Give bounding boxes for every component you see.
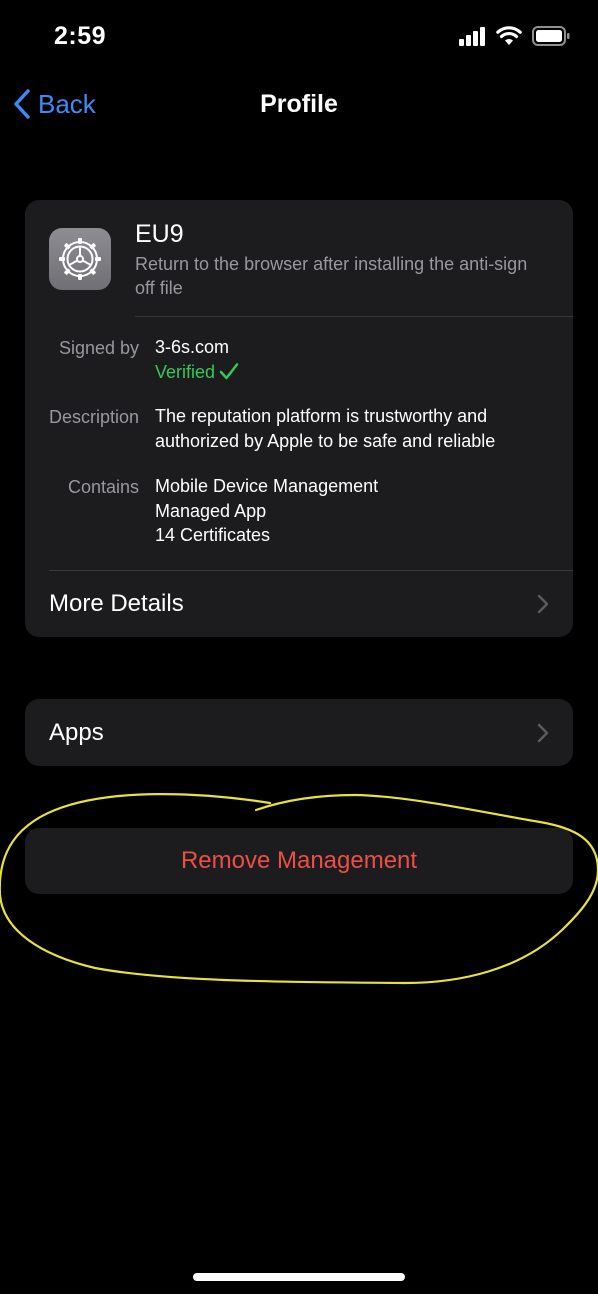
signed-by-label: Signed by bbox=[58, 338, 139, 358]
chevron-right-icon bbox=[537, 723, 549, 743]
contains-list: Mobile Device Management Managed App 14 … bbox=[155, 474, 378, 548]
status-bar: 2:59 bbox=[0, 0, 598, 78]
battery-icon bbox=[532, 26, 570, 46]
divider bbox=[135, 316, 573, 317]
wifi-icon bbox=[496, 26, 522, 45]
checkmark-icon bbox=[219, 363, 239, 379]
description-label: Description bbox=[48, 407, 139, 427]
description-line: The reputation platform is trustworthy a… bbox=[155, 406, 488, 426]
contains-label: Contains bbox=[67, 477, 139, 497]
profile-name: EU9 bbox=[135, 220, 184, 248]
apps-row[interactable]: Apps bbox=[25, 699, 573, 766]
navigation-bar: Back Profile bbox=[0, 78, 598, 134]
verified-label: Verified bbox=[155, 361, 216, 382]
signed-by-domain: 3-6s.com bbox=[155, 337, 230, 357]
contains-item: Managed App bbox=[155, 500, 267, 521]
signed-by-value: 3-6s.com Verified bbox=[155, 335, 239, 384]
profile-icon bbox=[49, 228, 111, 290]
remove-management-label: Remove Management bbox=[180, 847, 418, 874]
chevron-right-icon bbox=[537, 594, 549, 614]
profile-subtitle: Return to the browser after installing t… bbox=[135, 254, 528, 298]
cellular-signal-icon bbox=[459, 26, 485, 46]
contains-item: Mobile Device Management bbox=[155, 476, 379, 496]
page-title: Profile bbox=[260, 90, 338, 118]
description-value: The reputation platform is trustworthy a… bbox=[155, 404, 495, 453]
apps-label: Apps bbox=[49, 719, 104, 746]
profile-card: EU9 Return to the browser after installi… bbox=[25, 200, 573, 637]
status-time: 2:59 bbox=[54, 22, 107, 50]
description-line: authorized by Apple to be safe and relia… bbox=[155, 430, 496, 451]
more-details-row[interactable]: More Details bbox=[25, 570, 573, 637]
contains-item: 14 Certificates bbox=[155, 525, 271, 545]
remove-management-button[interactable]: Remove Management bbox=[25, 828, 573, 894]
annotation-circle bbox=[0, 793, 598, 985]
status-icons bbox=[459, 26, 570, 46]
gear-icon bbox=[59, 238, 101, 280]
more-details-label: More Details bbox=[49, 590, 184, 617]
home-indicator[interactable] bbox=[193, 1273, 405, 1281]
verified-badge: Verified bbox=[155, 360, 239, 385]
